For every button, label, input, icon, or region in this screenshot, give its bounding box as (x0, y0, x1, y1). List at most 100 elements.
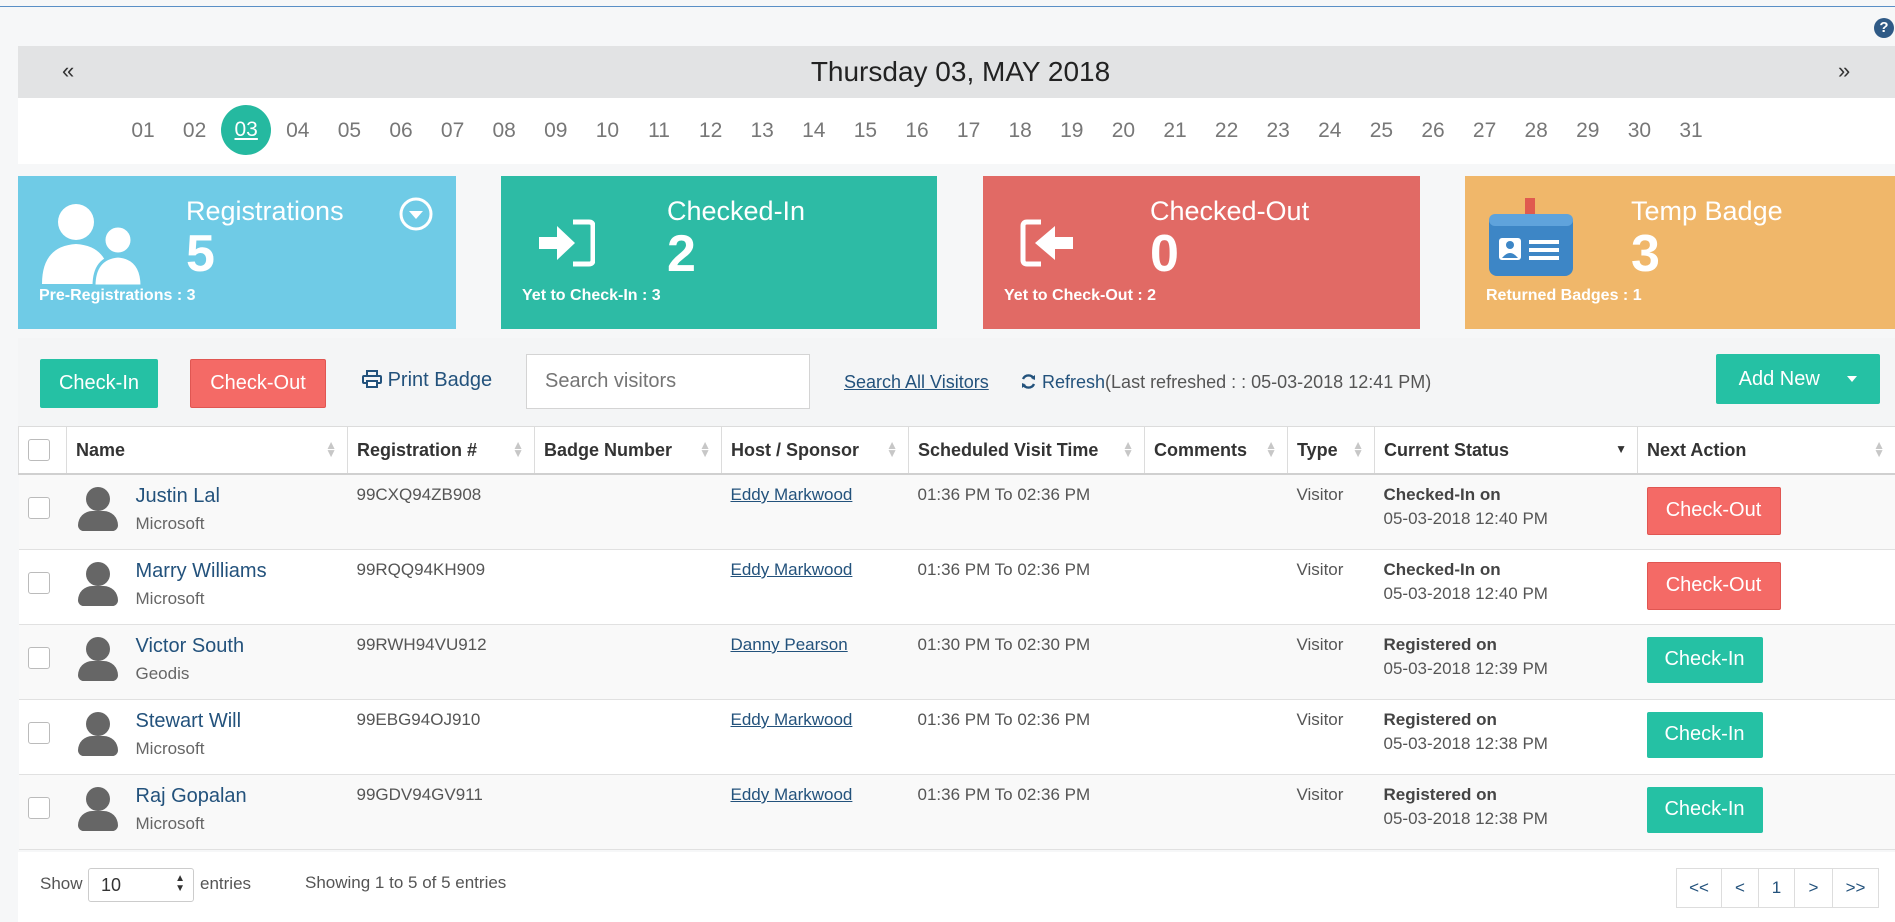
day-24[interactable]: 24 (1310, 116, 1350, 146)
day-08[interactable]: 08 (484, 116, 524, 146)
row-checkbox[interactable] (27, 497, 50, 519)
day-29[interactable]: 29 (1568, 116, 1608, 146)
refresh-icon[interactable] (1020, 373, 1037, 390)
column-header-scheduled-visit-time[interactable]: Scheduled Visit Time ▲ ▼ (908, 426, 1145, 475)
day-25[interactable]: 25 (1361, 116, 1401, 146)
day-19[interactable]: 19 (1052, 116, 1092, 146)
day-18[interactable]: 18 (1000, 116, 1040, 146)
row-checkbox[interactable] (27, 797, 50, 819)
day-17[interactable]: 17 (949, 116, 989, 146)
registrations-card[interactable]: Registrations 5 Pre-Registrations : 3 (18, 176, 456, 329)
row-check-out-button[interactable]: Check-Out (1646, 487, 1781, 535)
host-link[interactable]: Eddy Markwood (731, 560, 853, 579)
day-05[interactable]: 05 (329, 116, 369, 146)
row-check-in-button[interactable]: Check-In (1646, 712, 1763, 758)
column-header-next-action[interactable]: Next Action ▲ ▼ (1637, 426, 1895, 475)
row-checkbox[interactable] (27, 722, 50, 744)
showing-entries-text: Showing 1 to 5 of 5 entries (305, 873, 507, 892)
comments (1144, 774, 1288, 850)
day-30[interactable]: 30 (1619, 116, 1659, 146)
row-check-out-button[interactable]: Check-Out (1646, 562, 1781, 610)
column-header-name[interactable]: Name ▲ ▼ (66, 426, 348, 475)
day-21[interactable]: 21 (1155, 116, 1195, 146)
day-10[interactable]: 10 (587, 116, 627, 146)
row-check-in-button[interactable]: Check-In (1646, 637, 1763, 683)
check-in-button[interactable]: Check-In (40, 359, 158, 408)
day-22[interactable]: 22 (1207, 116, 1247, 146)
page-1-button[interactable]: 1 (1758, 868, 1795, 908)
column-header-current-status[interactable]: Current Status ▼ (1374, 426, 1638, 475)
search-visitors-input[interactable] (526, 354, 810, 409)
help-icon[interactable]: ? (1874, 18, 1894, 38)
table-row: Justin Lal Microsoft 99CXQ94ZB908 Eddy Mark… (18, 474, 1895, 550)
sort-desc-icon: ▼ (1615, 442, 1627, 456)
checked-out-count: 0 (1150, 225, 1179, 283)
avatar-icon (76, 485, 120, 533)
sort-icon: ▲ ▼ (886, 438, 898, 460)
day-11[interactable]: 11 (639, 116, 679, 146)
day-15[interactable]: 15 (845, 116, 885, 146)
checked-out-card[interactable]: Checked-Out 0 Yet to Check-Out : 2 (983, 176, 1420, 329)
column-header-host-sponsor[interactable]: Host / Sponsor ▲ ▼ (721, 426, 909, 475)
host-link[interactable]: Eddy Markwood (731, 485, 853, 504)
visitor-name-cell: Justin Lal Microsoft (66, 474, 348, 550)
temp-badge-count: 3 (1631, 225, 1660, 283)
host-link[interactable]: Eddy Markwood (731, 710, 853, 729)
status-time: 05-03-2018 12:40 PM (1383, 584, 1548, 603)
search-all-visitors-link[interactable]: Search All Visitors (844, 372, 989, 393)
day-13[interactable]: 13 (742, 116, 782, 146)
day-14[interactable]: 14 (794, 116, 834, 146)
show-label: Show (40, 874, 83, 893)
column-header-registration[interactable]: Registration # ▲ ▼ (347, 426, 535, 475)
registrations-count: 5 (186, 225, 215, 283)
add-new-button[interactable]: Add New (1716, 354, 1880, 404)
last-page-button[interactable]: >> (1832, 868, 1879, 908)
day-09[interactable]: 09 (536, 116, 576, 146)
select-arrows-icon: ▲ ▼ (175, 873, 185, 894)
day-01[interactable]: 01 (123, 116, 163, 146)
host-link[interactable]: Eddy Markwood (731, 785, 853, 804)
day-23[interactable]: 23 (1258, 116, 1298, 146)
first-page-button[interactable]: << (1676, 868, 1722, 908)
check-out-button[interactable]: Check-Out (190, 359, 326, 408)
status-cell: Registered on 05-03-2018 12:38 PM (1374, 774, 1638, 850)
checked-in-card[interactable]: Checked-In 2 Yet to Check-In : 3 (501, 176, 937, 329)
action-cell: Check-In (1637, 699, 1895, 775)
day-02[interactable]: 02 (175, 116, 215, 146)
sort-icon: ▲ ▼ (512, 438, 524, 460)
day-26[interactable]: 26 (1413, 116, 1453, 146)
row-checkbox[interactable] (27, 647, 50, 669)
caret-down-icon[interactable] (1847, 376, 1858, 382)
day-27[interactable]: 27 (1465, 116, 1505, 146)
column-header-comments[interactable]: Comments ▲ ▼ (1144, 426, 1288, 475)
chevron-down-circle-icon[interactable] (399, 197, 433, 231)
row-check-in-button[interactable]: Check-In (1646, 787, 1763, 833)
day-04[interactable]: 04 (278, 116, 318, 146)
row-select-cell (18, 474, 67, 550)
visitor-name-cell: Raj Gopalan Microsoft (66, 774, 348, 850)
day-20[interactable]: 20 (1103, 116, 1143, 146)
next-page-button[interactable]: > (1794, 868, 1833, 908)
day-31[interactable]: 31 (1671, 116, 1711, 146)
column-header-badge-number[interactable]: Badge Number ▲ ▼ (534, 426, 722, 475)
status-time: 05-03-2018 12:38 PM (1383, 734, 1548, 753)
status-cell: Registered on 05-03-2018 12:38 PM (1374, 699, 1638, 775)
day-03[interactable]: 03 (221, 105, 272, 155)
select-all-checkbox[interactable] (28, 439, 50, 461)
day-07[interactable]: 07 (433, 116, 473, 146)
day-28[interactable]: 28 (1516, 116, 1556, 146)
row-checkbox[interactable] (27, 572, 50, 594)
host-link[interactable]: Danny Pearson (731, 635, 848, 654)
prev-page-button[interactable]: < (1721, 868, 1759, 908)
day-16[interactable]: 16 (897, 116, 937, 146)
next-month-button[interactable]: » (1838, 58, 1850, 84)
visitor-type: Visitor (1287, 624, 1375, 700)
entries-select[interactable]: 10 ▲ ▼ (88, 868, 194, 902)
refresh-link[interactable]: Refresh (1042, 372, 1105, 392)
day-06[interactable]: 06 (381, 116, 421, 146)
temp-badge-card[interactable]: Temp Badge 3 Returned Badges : 1 (1465, 176, 1895, 329)
day-12[interactable]: 12 (691, 116, 731, 146)
print-badge-link[interactable]: Print Badge (362, 369, 492, 392)
column-header-type[interactable]: Type ▲ ▼ (1287, 426, 1375, 475)
action-cell: Check-In (1637, 774, 1895, 850)
